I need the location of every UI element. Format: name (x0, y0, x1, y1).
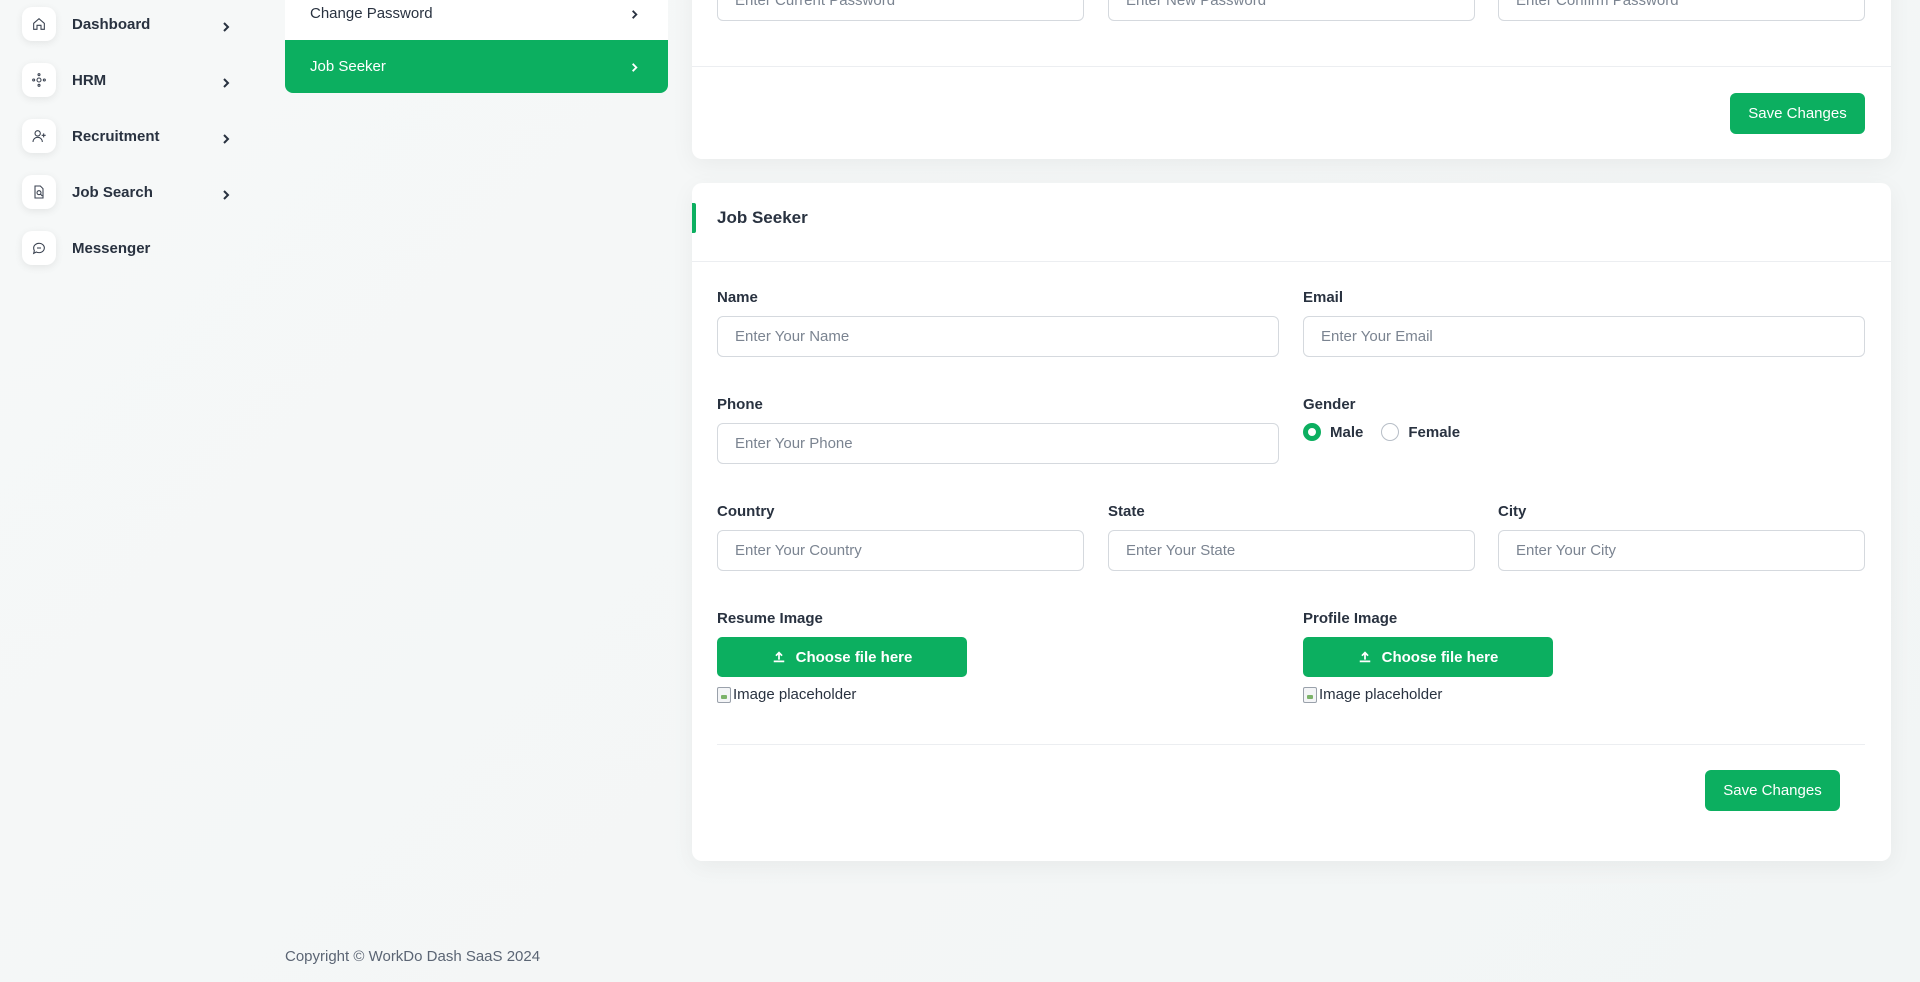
home-icon (22, 7, 56, 41)
name-label: Name (717, 289, 758, 306)
choose-file-label: Choose file here (1381, 648, 1499, 666)
gender-female-radio[interactable] (1381, 423, 1400, 441)
chevron-right-icon (220, 188, 232, 206)
sidebar-item-label: HRM (72, 71, 107, 89)
divider (692, 261, 1891, 262)
email-label: Email (1303, 289, 1344, 306)
chevron-right-icon (220, 20, 232, 38)
phone-label: Phone (717, 396, 763, 413)
city-label: City (1498, 503, 1527, 520)
menu-item-label: Change Password (310, 5, 433, 22)
current-password-input[interactable] (717, 0, 1084, 21)
save-password-button[interactable]: Save Changes (1730, 93, 1865, 134)
chevron-right-icon (629, 7, 640, 24)
broken-image-icon (1303, 686, 1317, 703)
upload-icon (1359, 651, 1370, 663)
divider (692, 66, 1891, 67)
sidebar-item-dashboard[interactable]: Dashboard (22, 6, 232, 42)
chevron-right-icon (220, 132, 232, 150)
change-password-card: Save Changes (692, 0, 1891, 159)
job-seeker-card: Job Seeker Name Email Phone Gender Male … (692, 183, 1891, 861)
state-input[interactable] (1108, 530, 1475, 571)
resume-image-label: Resume Image (717, 610, 823, 627)
gender-radio-group: Male Female (1303, 423, 1478, 441)
chevron-right-icon (629, 60, 640, 77)
phone-input[interactable] (717, 423, 1279, 464)
title-accent-bar (692, 203, 696, 233)
city-input[interactable] (1498, 530, 1865, 571)
upload-icon (773, 651, 784, 663)
gender-male-radio[interactable] (1303, 423, 1321, 441)
hrm-icon (22, 63, 56, 97)
sidebar-item-label: Recruitment (72, 127, 160, 145)
menu-item-label: Job Seeker (310, 58, 386, 75)
gender-male-label[interactable]: Male (1330, 424, 1363, 441)
country-label: Country (717, 503, 775, 520)
chat-icon (22, 231, 56, 265)
card-title: Job Seeker (717, 208, 808, 227)
save-job-seeker-button[interactable]: Save Changes (1705, 770, 1840, 811)
menu-item-job-seeker[interactable]: Job Seeker (285, 40, 668, 93)
footer-copyright: Copyright © WorkDo Dash SaaS 2024 (285, 948, 541, 965)
sidebar-item-hrm[interactable]: HRM (22, 62, 232, 98)
resume-choose-file-button[interactable]: Choose file here (717, 637, 967, 677)
broken-image-icon (717, 686, 731, 703)
profile-image-preview: Image placeholder (1303, 686, 1442, 703)
choose-file-label: Choose file here (795, 648, 913, 666)
image-placeholder-text: Image placeholder (1319, 686, 1443, 703)
sidebar-item-messenger[interactable]: Messenger (22, 230, 232, 266)
sidebar-item-recruitment[interactable]: Recruitment (22, 118, 232, 154)
resume-image-preview: Image placeholder (717, 686, 856, 703)
file-search-icon (22, 175, 56, 209)
state-label: State (1108, 503, 1145, 520)
profile-image-label: Profile Image (1303, 610, 1398, 627)
gender-label: Gender (1303, 396, 1356, 413)
gender-female-label[interactable]: Female (1408, 424, 1460, 441)
divider (717, 744, 1865, 745)
confirm-password-input[interactable] (1498, 0, 1865, 21)
sidebar-item-job-search[interactable]: Job Search (22, 174, 232, 210)
profile-choose-file-button[interactable]: Choose file here (1303, 637, 1553, 677)
image-placeholder-text: Image placeholder (733, 686, 857, 703)
country-input[interactable] (717, 530, 1084, 571)
chevron-right-icon (220, 76, 232, 94)
user-plus-icon (22, 119, 56, 153)
name-input[interactable] (717, 316, 1279, 357)
sidebar-item-label: Messenger (72, 239, 151, 257)
new-password-input[interactable] (1108, 0, 1475, 21)
sidebar-item-label: Dashboard (72, 15, 151, 33)
email-input[interactable] (1303, 316, 1865, 357)
menu-item-change-password[interactable]: Change Password (285, 0, 668, 40)
sidebar-item-label: Job Search (72, 183, 153, 201)
